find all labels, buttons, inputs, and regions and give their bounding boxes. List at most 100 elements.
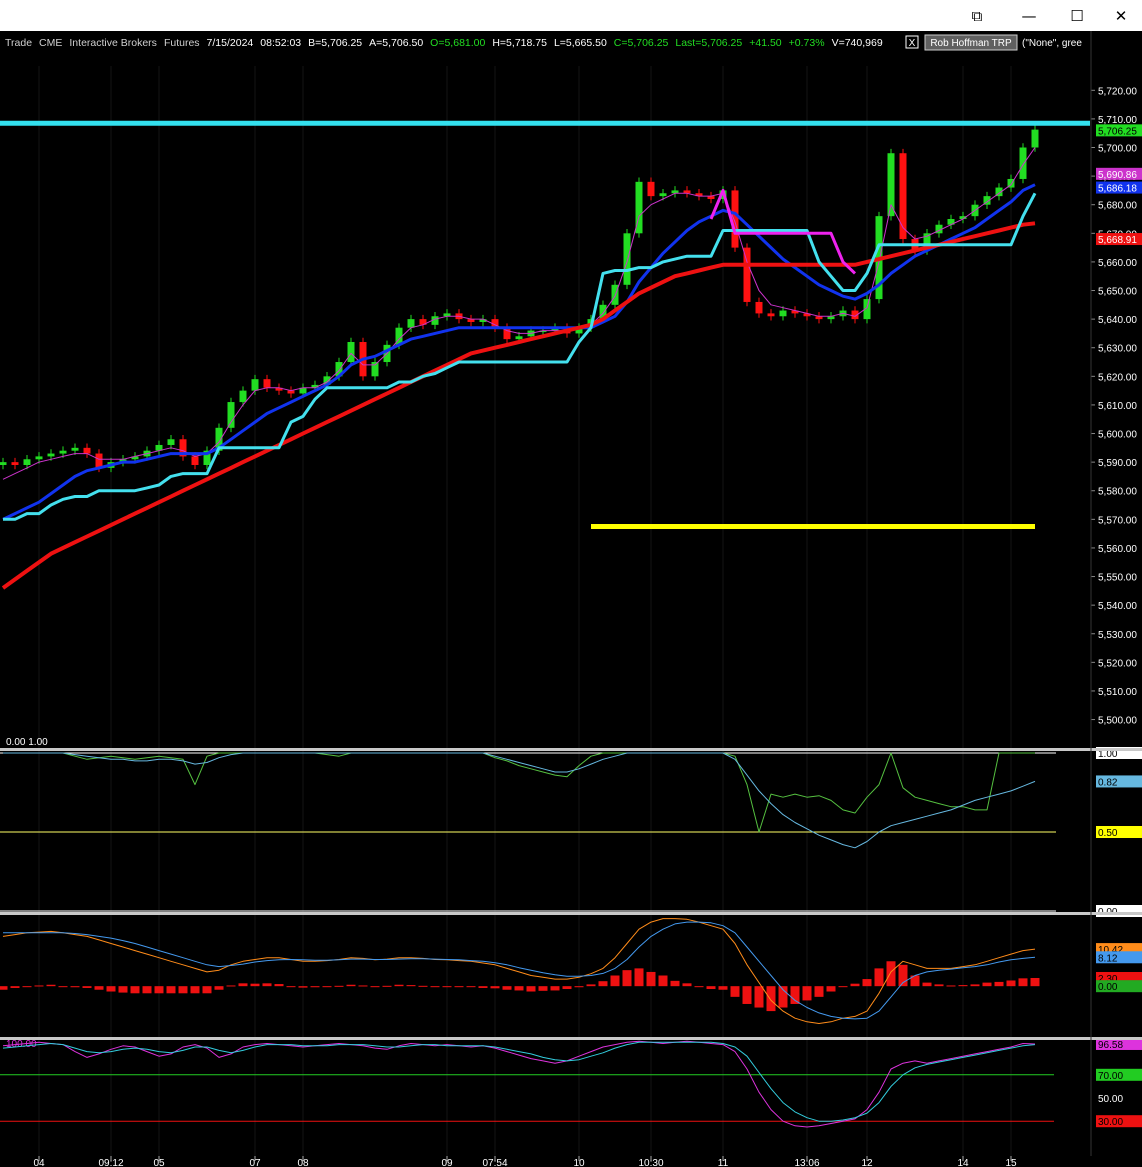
macd-histogram-bar bbox=[442, 986, 452, 988]
header-segment: CME bbox=[39, 37, 62, 49]
indicator-panel-2[interactable]: 10.428.122.300.00 bbox=[0, 918, 1142, 1024]
header-segment: H=5,718.75 bbox=[492, 37, 547, 49]
x-tick-label: 05 bbox=[153, 1158, 165, 1167]
quote-header: Trade CME Interactive Brokers Futures 7/15/2… bbox=[5, 37, 883, 49]
candle-body bbox=[407, 319, 415, 328]
indicator-panel-1[interactable]: 0.00 1.001.000.820.500.00 bbox=[0, 737, 1142, 918]
study-tag[interactable]: Rob Hoffman TRP bbox=[924, 34, 1018, 51]
macd-histogram-bar bbox=[766, 986, 776, 1012]
macd-histogram-bar bbox=[286, 986, 296, 988]
price-label: 5,690.86 bbox=[1098, 170, 1137, 181]
x-tick-label: 14 bbox=[957, 1158, 969, 1167]
candle-body bbox=[755, 301, 763, 314]
x-tick-label: 09:12 bbox=[98, 1158, 123, 1167]
macd-histogram-bar bbox=[190, 986, 200, 994]
macd-histogram-bar bbox=[634, 968, 644, 987]
macd-histogram-bar bbox=[370, 986, 380, 988]
minimize-icon[interactable]: — bbox=[1006, 0, 1052, 31]
candle-body bbox=[1019, 147, 1027, 179]
macd-histogram-bar bbox=[850, 983, 860, 987]
macd-histogram-bar bbox=[550, 986, 560, 991]
close-icon[interactable]: ✕ bbox=[1098, 0, 1142, 31]
price-label: 8.12 bbox=[1098, 953, 1118, 964]
header-segment: Interactive Brokers bbox=[69, 37, 157, 49]
macd-histogram-bar bbox=[802, 986, 812, 1001]
study-args: ("None", gree bbox=[1022, 38, 1082, 49]
macd-histogram-bar bbox=[622, 970, 632, 987]
candle-body bbox=[899, 153, 907, 240]
maximize-icon[interactable]: ☐ bbox=[1054, 0, 1100, 31]
macd-histogram-bar bbox=[238, 983, 248, 987]
macd-histogram-bar bbox=[994, 981, 1004, 987]
candle-body bbox=[647, 181, 655, 197]
candle-body bbox=[659, 193, 667, 197]
indicator-1-header: 0.00 1.00 bbox=[6, 737, 48, 748]
ema-fast-line bbox=[2, 147, 1036, 480]
header-segment: +41.50 bbox=[749, 37, 782, 49]
header-segment: V=740,969 bbox=[832, 37, 883, 49]
macd-histogram-bar bbox=[922, 982, 932, 987]
macd-histogram-bar bbox=[142, 986, 152, 994]
indicator-panel-3[interactable]: 100.00 96.5870.0050.0030.00 bbox=[0, 1037, 1142, 1128]
time-axis: 04 09:12 05 07 08 09 07:54 10 10:30 11 13:06 12 14 15 bbox=[0, 31, 1142, 1167]
header-segment: Trade bbox=[5, 37, 32, 49]
macd-histogram-bar bbox=[874, 968, 884, 987]
header-close-text: X bbox=[909, 38, 916, 49]
restore-popout-icon[interactable]: ⧉ bbox=[954, 0, 1000, 31]
candle-body bbox=[623, 233, 631, 285]
macd-histogram-bar bbox=[862, 979, 872, 987]
macd-histogram-bar bbox=[82, 986, 92, 988]
price-label: 5,686.18 bbox=[1098, 184, 1137, 195]
macd-histogram-bar bbox=[538, 986, 548, 991]
candle-body bbox=[35, 456, 43, 460]
macd-histogram-bar bbox=[526, 986, 536, 992]
header-segment: O=5,681.00 bbox=[430, 37, 485, 49]
macd-histogram-bar bbox=[106, 986, 116, 992]
header-segment: 08:52:03 bbox=[260, 37, 301, 49]
x-tick-label: 08 bbox=[297, 1158, 309, 1167]
macd-histogram-bar bbox=[274, 984, 284, 987]
indicator-1-cyan-line bbox=[3, 752, 1036, 849]
macd-histogram-bar bbox=[730, 986, 740, 997]
candle-body bbox=[191, 456, 199, 465]
chart-canvas[interactable]: Trade CME Interactive Brokers Futures 7/15/2… bbox=[0, 31, 1142, 1167]
x-tick-label: 12 bbox=[861, 1158, 873, 1167]
header-segment: B=5,706.25 bbox=[308, 37, 362, 49]
x-tick-label: 07 bbox=[249, 1158, 261, 1167]
macd-histogram-bar bbox=[1006, 980, 1016, 987]
candle-body bbox=[83, 447, 91, 454]
indicator-3-d-line bbox=[2, 1041, 1036, 1122]
candle-body bbox=[59, 450, 67, 454]
candle-body bbox=[1031, 129, 1039, 148]
y-tick-label: 5,550.00 bbox=[1098, 573, 1137, 584]
y-tick-label: 5,520.00 bbox=[1098, 658, 1137, 669]
macd-histogram-bar bbox=[406, 985, 416, 987]
candle-body bbox=[167, 439, 175, 445]
macd-histogram-bar bbox=[886, 961, 896, 987]
macd-histogram-bar bbox=[598, 981, 608, 987]
y-tick-label: 5,720.00 bbox=[1098, 86, 1137, 97]
candle-body bbox=[47, 453, 55, 457]
macd-histogram-bar bbox=[1018, 978, 1028, 987]
candle-body bbox=[779, 310, 787, 317]
macd-histogram-bar bbox=[718, 986, 728, 990]
macd-histogram-bar bbox=[958, 985, 968, 987]
header-segment: +0.73% bbox=[789, 37, 825, 49]
header-segment: Last=5,706.25 bbox=[675, 37, 742, 49]
macd-histogram-bar bbox=[562, 986, 572, 990]
price-label: 0.50 bbox=[1098, 828, 1118, 839]
price-label: 0.00 bbox=[1098, 982, 1118, 993]
macd-histogram-bar bbox=[10, 986, 20, 988]
header-segment: A=5,706.50 bbox=[369, 37, 423, 49]
x-tick-label: 10:30 bbox=[638, 1158, 663, 1167]
macd-histogram-bar bbox=[754, 986, 764, 1008]
price-label: 30.00 bbox=[1098, 1117, 1123, 1128]
y-tick-label: 5,640.00 bbox=[1098, 315, 1137, 326]
macd-histogram-bar bbox=[682, 983, 692, 987]
candle-body bbox=[743, 247, 751, 302]
macd-histogram-bar bbox=[178, 986, 188, 994]
macd-histogram-bar bbox=[334, 985, 344, 987]
macd-histogram-bar bbox=[262, 983, 272, 987]
header-close-box[interactable]: X bbox=[905, 35, 919, 49]
candle-body bbox=[227, 402, 235, 428]
